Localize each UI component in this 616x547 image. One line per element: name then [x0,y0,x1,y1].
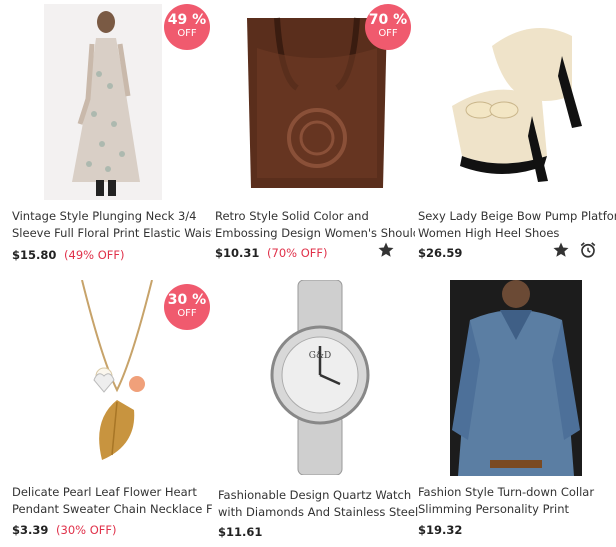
star-icon[interactable] [552,241,570,259]
product-price: $3.39 [12,523,49,537]
icon-group [552,241,597,263]
product-card[interactable]: 30 % OFF Delicate Pearl Leaf Flower Hear… [12,279,212,547]
product-card[interactable]: G&D Fashionable Design Quartz Watch with… [218,279,418,547]
product-card[interactable]: Sexy Lady Beige Bow Pump Platform Women … [418,0,616,270]
product-image-dress[interactable] [44,4,162,204]
discount-text: (49% OFF) [64,248,125,262]
product-price: $11.61 [218,525,263,539]
product-card[interactable]: 49 % OFF Vintage Style Plunging Neck 3/4… [12,0,212,270]
alarm-clock-icon[interactable] [579,241,597,259]
price-row: $11.61 [218,525,262,539]
product-title[interactable]: Retro Style Solid Color and Embossing De… [215,208,415,242]
product-title[interactable]: Fashionable Design Quartz Watch with Dia… [218,487,418,521]
price-row: $3.39 (30% OFF) [12,523,117,537]
product-image-watch[interactable]: G&D [250,279,390,479]
product-title[interactable]: Sexy Lady Beige Bow Pump Platform Women … [418,208,616,242]
price-row: $26.59 [418,246,462,260]
discount-text: (70% OFF) [267,246,328,260]
product-title[interactable]: Delicate Pearl Leaf Flower Heart Pendant… [12,484,212,518]
product-card[interactable]: Fashion Style Turn-down Collar Slimming … [418,280,614,547]
icon-group [377,241,395,263]
product-title[interactable]: Fashion Style Turn-down Collar Slimming … [418,484,616,518]
price-row: $10.31 (70% OFF) [215,246,328,260]
product-price: $15.80 [12,248,57,262]
product-price: $19.32 [418,523,463,537]
product-card[interactable]: 70 % OFF Retro Style Solid Color and Emb… [215,0,415,270]
product-title[interactable]: Vintage Style Plunging Neck 3/4 Sleeve F… [12,208,212,242]
product-price: $10.31 [215,246,260,260]
product-image-shirt[interactable] [450,280,582,480]
price-row: $15.80 (49% OFF) [12,248,125,262]
discount-text: (30% OFF) [56,523,117,537]
svg-text:G&D: G&D [309,351,331,361]
product-image-shoes[interactable] [432,6,598,196]
discount-badge: 49 % OFF [164,4,210,50]
price-row: $19.32 [418,523,462,537]
product-price: $26.59 [418,246,463,260]
star-icon[interactable] [377,241,395,259]
discount-badge: 70 % OFF [365,4,411,50]
discount-badge: 30 % OFF [164,284,210,330]
